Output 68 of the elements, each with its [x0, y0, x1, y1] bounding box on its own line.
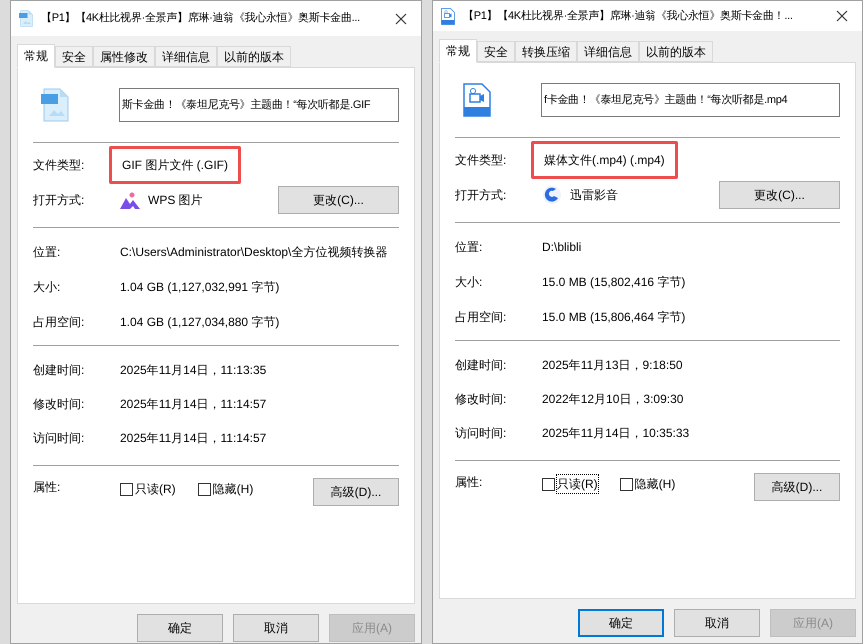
- dialog-button[interactable]: 取消: [674, 609, 760, 637]
- field-label: 位置:: [33, 244, 62, 260]
- field-value: 2025年11月14日，11:14:57: [120, 396, 266, 413]
- video-file-icon: [441, 8, 455, 24]
- field-label: 修改时间:: [455, 391, 508, 408]
- field-label: 访问时间:: [33, 430, 86, 447]
- file-name-field[interactable]: 斯卡金曲！《泰坦尼克号》主题曲！“每次听都是.GIF: [119, 88, 399, 122]
- tab[interactable]: 属性修改: [93, 46, 155, 67]
- close-icon[interactable]: [395, 12, 407, 24]
- close-icon[interactable]: [836, 10, 848, 22]
- image-file-icon: [19, 10, 33, 27]
- checkbox[interactable]: 隐藏(H): [620, 475, 676, 493]
- field-value: 2025年11月13日，9:18:50: [542, 357, 683, 374]
- tab[interactable]: 以前的版本: [217, 46, 291, 67]
- checkbox[interactable]: 隐藏(H): [198, 480, 254, 498]
- tab[interactable]: 常规: [17, 44, 55, 68]
- tab[interactable]: 以前的版本: [639, 41, 713, 62]
- file-type-value: GIF 图片文件 (.GIF): [109, 146, 241, 184]
- field-label: 属性:: [455, 474, 484, 491]
- change-button[interactable]: 更改(C)...: [719, 181, 840, 209]
- field-value: 15.0 MB (15,802,416 字节): [542, 274, 686, 290]
- tab[interactable]: 详细信息: [577, 41, 639, 62]
- dialog-button[interactable]: 确定: [578, 609, 664, 637]
- dialog-button[interactable]: 取消: [233, 614, 319, 642]
- checkbox[interactable]: 只读(R): [542, 475, 598, 493]
- field-value: 2022年12月10日，3:09:30: [542, 391, 684, 408]
- field-value: D:\blibli: [542, 238, 582, 256]
- app-icon: [120, 192, 140, 208]
- file-type-value: 媒体文件(.mp4) (.mp4): [531, 141, 678, 179]
- advanced-button[interactable]: 高级(D)...: [754, 473, 840, 501]
- field-label: 占用空间:: [455, 308, 508, 326]
- field-label: 文件类型:: [33, 157, 86, 174]
- field-label: 访问时间:: [455, 425, 508, 442]
- window-title: 【P1】【4K杜比视界·全景声】席琳·迪翁《我心永恒》奥斯卡金曲...: [41, 10, 361, 26]
- field-value: 2025年11月14日，11:14:57: [120, 430, 266, 447]
- field-label: 打开方式:: [33, 192, 86, 209]
- file-name-field[interactable]: f卡金曲！《泰坦尼克号》主题曲！“每次听都是.mp4: [541, 83, 840, 117]
- field-value: 15.0 MB (15,806,464 字节): [542, 308, 686, 326]
- video-file-icon: [463, 83, 491, 117]
- field-label: 大小:: [455, 274, 484, 290]
- tab[interactable]: 转换压缩: [515, 41, 577, 62]
- field-label: 创建时间:: [33, 362, 86, 379]
- image-file-icon: [41, 88, 69, 122]
- field-value: 2025年11月14日，10:35:33: [542, 425, 690, 442]
- tab[interactable]: 详细信息: [155, 46, 217, 67]
- field-value: C:\Users\Administrator\Desktop\全方位视频转换器: [120, 244, 388, 260]
- window-title: 【P1】【4K杜比视界·全景声】席琳·迪翁《我心永恒》奥斯卡金曲！...: [463, 8, 794, 24]
- dialog-button[interactable]: 确定: [137, 614, 223, 642]
- field-value: 1.04 GB (1,127,034,880 字节): [120, 314, 280, 330]
- app-name: WPS 图片: [148, 192, 204, 209]
- field-label: 占用空间:: [33, 314, 86, 330]
- tab[interactable]: 安全: [55, 46, 93, 67]
- field-value: 2025年11月14日，11:13:35: [120, 362, 266, 379]
- field-label: 修改时间:: [33, 396, 86, 413]
- app-icon: [542, 185, 562, 205]
- field-label: 大小:: [33, 278, 62, 296]
- field-value: 1.04 GB (1,127,032,991 字节): [120, 278, 280, 296]
- field-label: 打开方式:: [455, 187, 508, 204]
- field-label: 文件类型:: [455, 152, 508, 169]
- checkbox[interactable]: 只读(R): [120, 480, 176, 498]
- app-name: 迅雷影音: [570, 187, 619, 204]
- change-button[interactable]: 更改(C)...: [278, 186, 399, 214]
- tab[interactable]: 常规: [439, 39, 477, 63]
- field-label: 属性:: [33, 479, 62, 496]
- tab[interactable]: 安全: [477, 41, 515, 62]
- advanced-button[interactable]: 高级(D)...: [313, 478, 399, 506]
- field-label: 创建时间:: [455, 357, 508, 374]
- field-label: 位置:: [455, 238, 484, 256]
